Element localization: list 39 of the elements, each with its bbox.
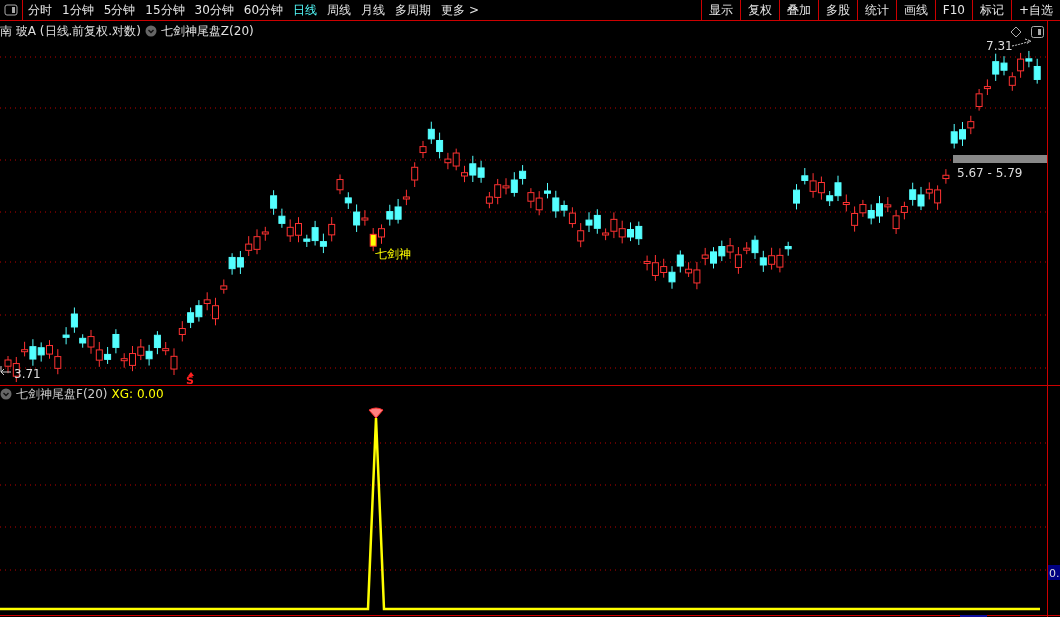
toolbar-button[interactable]: 画线 — [895, 0, 935, 20]
toolbar-button[interactable]: 标记 — [971, 0, 1011, 20]
indicator-name: 七剑神尾盘Z(20) — [160, 23, 254, 40]
period-tab[interactable]: 1分钟 — [57, 0, 99, 20]
toolbar-button[interactable]: 复权 — [739, 0, 779, 20]
period-tab[interactable]: 分时 — [23, 0, 57, 20]
period-tab[interactable]: 日线 — [288, 0, 323, 20]
period-tab[interactable]: 更多 > — [436, 0, 484, 20]
period-tab[interactable]: 5分钟 — [98, 0, 141, 20]
period-tab[interactable]: 60分钟 — [238, 0, 289, 20]
price-range-label: 5.67 - 5.79 — [957, 166, 1023, 180]
indicator-name: 七剑神尾盘F(20) — [16, 386, 108, 403]
period-tab[interactable]: 月线 — [356, 0, 391, 20]
panel-toggle-icon[interactable] — [4, 4, 18, 16]
signal-label: 七剑神 — [375, 247, 411, 261]
high-price-label: 7.31 — [986, 39, 1013, 53]
chevron-icon[interactable] — [144, 25, 157, 37]
axis-value-label: 0. — [1048, 565, 1060, 580]
scroll-indicator — [960, 615, 987, 617]
signal-marker: S — [186, 374, 194, 387]
panel-toggle-icon[interactable] — [1031, 26, 1044, 38]
toolbar-button[interactable]: 显示 — [700, 0, 740, 20]
period-tab[interactable]: 15分钟 — [140, 0, 190, 20]
arrow-icon — [1011, 38, 1032, 47]
diamond-icon[interactable] — [1010, 26, 1022, 38]
toolbar-button[interactable]: 统计 — [856, 0, 896, 20]
period-tab[interactable]: 多周期 — [390, 0, 437, 20]
toolbar-button[interactable]: 叠加 — [778, 0, 818, 20]
arrow-icon — [0, 365, 12, 376]
period-tab[interactable]: 30分钟 — [189, 0, 239, 20]
indicator-value: XG: 0.00 — [111, 386, 164, 403]
period-tab[interactable]: 周线 — [322, 0, 357, 20]
toolbar-button[interactable]: F10 — [934, 0, 972, 20]
stock-title: 南 玻A (日线.前复权.对数) — [0, 23, 141, 40]
toolbar-button[interactable]: +自选 — [1010, 0, 1060, 20]
peak-marker-icon — [368, 407, 384, 419]
chevron-icon[interactable] — [0, 388, 12, 400]
toolbar-button[interactable]: 多股 — [817, 0, 857, 20]
caret-icon — [188, 372, 194, 376]
